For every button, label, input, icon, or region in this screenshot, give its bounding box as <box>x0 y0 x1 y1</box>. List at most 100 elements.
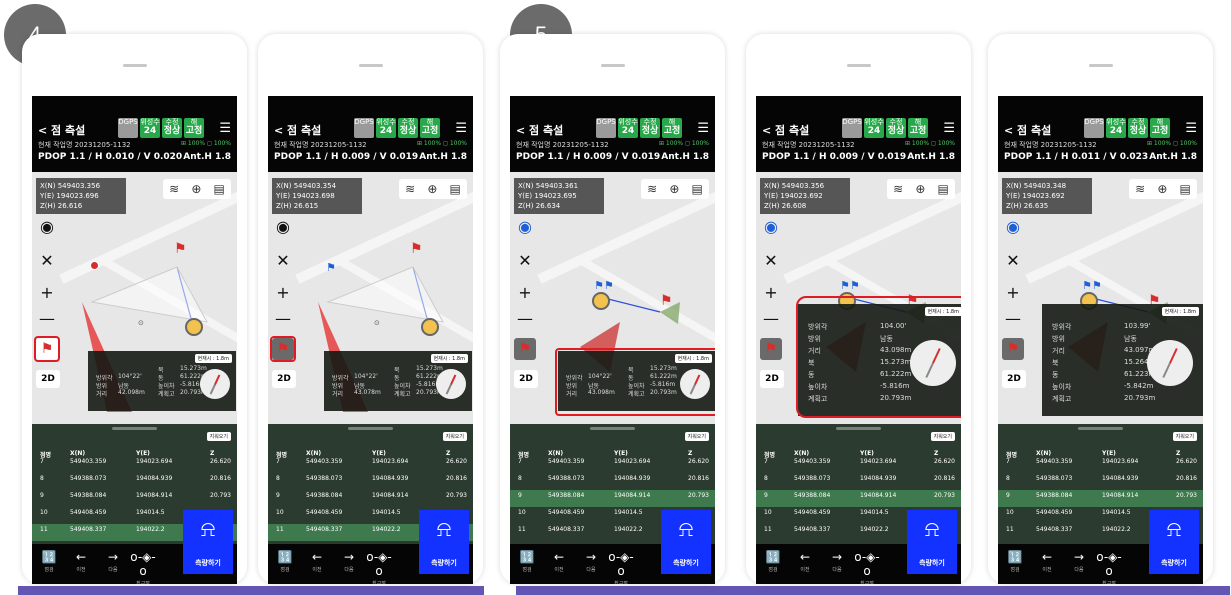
layers-icon[interactable]: ≋ <box>1135 182 1145 196</box>
list-icon[interactable]: ▤ <box>450 182 461 196</box>
load-points-button[interactable]: 지워오기 <box>206 432 231 441</box>
nav-button-최근점[interactable]: o-◈-o 최근점 <box>1096 550 1122 584</box>
nav-button-점검[interactable]: 🔢 점검 <box>1002 550 1028 573</box>
fit-view-icon[interactable]: ✕ <box>1004 252 1022 270</box>
zoom-in-icon[interactable]: + <box>38 284 56 302</box>
gps-settings-icon[interactable]: ⊕ <box>1157 182 1167 196</box>
gps-settings-icon[interactable]: ⊕ <box>191 182 201 196</box>
zoom-in-icon[interactable]: + <box>762 284 780 302</box>
nav-button-다음[interactable]: → 다음 <box>336 550 362 573</box>
map-point-icon[interactable]: ⚑⚑ <box>840 279 860 293</box>
map-point-icon[interactable] <box>90 261 99 270</box>
zoom-in-icon[interactable]: + <box>274 284 292 302</box>
table-row[interactable]: 9 549388.084 194084.914 20.793 <box>268 490 473 507</box>
nav-button-최근점[interactable]: o-◈-o 최근점 <box>130 550 156 584</box>
table-row[interactable]: 8 549388.073 194084.939 20.816 <box>32 473 237 490</box>
nav-button-최근점[interactable]: o-◈-o 최근점 <box>366 550 392 584</box>
view-2d-button[interactable]: 2D <box>36 370 60 388</box>
nav-button-이전[interactable]: ← 이전 <box>546 550 572 573</box>
target-flag-icon[interactable]: ⚑ <box>410 242 423 256</box>
nav-button-점검[interactable]: 🔢 점검 <box>272 550 298 573</box>
gps-settings-icon[interactable]: ⊕ <box>427 182 437 196</box>
table-row[interactable]: 8 549388.073 194084.939 20.816 <box>998 473 1203 490</box>
layers-icon[interactable]: ≋ <box>405 182 415 196</box>
nav-button-이전[interactable]: ← 이전 <box>1034 550 1060 573</box>
back-button[interactable]: < 점 측설 <box>516 122 563 138</box>
table-row[interactable]: 9 549388.084 194084.914 20.793 <box>756 490 961 507</box>
zoom-out-icon[interactable]: — <box>516 310 534 328</box>
list-icon[interactable]: ▤ <box>214 182 225 196</box>
load-points-button[interactable]: 지워오기 <box>930 432 955 441</box>
locate-icon[interactable]: ◉ <box>274 218 292 236</box>
hamburger-icon[interactable]: ☰ <box>943 121 955 136</box>
drag-handle[interactable] <box>590 427 635 430</box>
back-button[interactable]: < 점 측설 <box>1004 122 1051 138</box>
table-row[interactable]: 8 549388.073 194084.939 20.816 <box>510 473 715 490</box>
measure-button[interactable]: ⍾ 측량하기 <box>661 510 711 574</box>
load-points-button[interactable]: 지워오기 <box>684 432 709 441</box>
map-point-icon[interactable]: ⚑ <box>326 261 336 275</box>
table-row[interactable]: 9 549388.084 194084.914 20.793 <box>510 490 715 507</box>
nav-button-다음[interactable]: → 다음 <box>100 550 126 573</box>
layers-icon[interactable]: ≋ <box>169 182 179 196</box>
table-row[interactable]: 7 549403.359 194023.694 26.620 <box>756 456 961 473</box>
locate-icon[interactable]: ◉ <box>516 218 534 236</box>
list-icon[interactable]: ▤ <box>938 182 949 196</box>
measure-button[interactable]: ⍾ 측량하기 <box>907 510 957 574</box>
drag-handle[interactable] <box>348 427 393 430</box>
table-row[interactable]: 8 549388.073 194084.939 20.816 <box>756 473 961 490</box>
nav-button-다음[interactable]: → 다음 <box>578 550 604 573</box>
locate-icon[interactable]: ◉ <box>1004 218 1022 236</box>
nav-button-이전[interactable]: ← 이전 <box>792 550 818 573</box>
list-icon[interactable]: ▤ <box>1180 182 1191 196</box>
zoom-out-icon[interactable]: — <box>762 310 780 328</box>
zoom-out-icon[interactable]: — <box>38 310 56 328</box>
hamburger-icon[interactable]: ☰ <box>697 121 709 136</box>
load-points-button[interactable]: 지워오기 <box>1172 432 1197 441</box>
view-2d-button[interactable]: 2D <box>272 370 296 388</box>
table-row[interactable]: 7 549403.359 194023.694 26.620 <box>510 456 715 473</box>
drag-handle[interactable] <box>836 427 881 430</box>
view-2d-button[interactable]: 2D <box>760 370 784 388</box>
zoom-out-icon[interactable]: — <box>274 310 292 328</box>
map-point-icon[interactable]: ⚑⚑ <box>594 279 614 293</box>
hamburger-icon[interactable]: ☰ <box>219 121 231 136</box>
measure-button[interactable]: ⍾ 측량하기 <box>1149 510 1199 574</box>
hamburger-icon[interactable]: ☰ <box>1185 121 1197 136</box>
target-flag-icon[interactable]: ⚑ <box>174 242 187 256</box>
flag-mode-button[interactable]: ⚑ <box>760 338 782 360</box>
back-button[interactable]: < 점 측설 <box>38 122 85 138</box>
fit-view-icon[interactable]: ✕ <box>274 252 292 270</box>
hamburger-icon[interactable]: ☰ <box>455 121 467 136</box>
nav-button-점검[interactable]: 🔢 점검 <box>514 550 540 573</box>
view-2d-button[interactable]: 2D <box>514 370 538 388</box>
zoom-in-icon[interactable]: + <box>1004 284 1022 302</box>
nav-button-다음[interactable]: → 다음 <box>1066 550 1092 573</box>
nav-button-점검[interactable]: 🔢 점검 <box>760 550 786 573</box>
drag-handle[interactable] <box>1078 427 1123 430</box>
table-row[interactable]: 9 549388.084 194084.914 20.793 <box>998 490 1203 507</box>
fit-view-icon[interactable]: ✕ <box>762 252 780 270</box>
load-points-button[interactable]: 지워오기 <box>442 432 467 441</box>
layers-icon[interactable]: ≋ <box>893 182 903 196</box>
table-row[interactable]: 7 549403.359 194023.694 26.620 <box>268 456 473 473</box>
table-row[interactable]: 8 549388.073 194084.939 20.816 <box>268 473 473 490</box>
measure-button[interactable]: ⍾ 측량하기 <box>183 510 233 574</box>
zoom-in-icon[interactable]: + <box>516 284 534 302</box>
nav-button-최근점[interactable]: o-◈-o 최근점 <box>608 550 634 584</box>
flag-mode-button[interactable]: ⚑ <box>514 338 536 360</box>
gps-settings-icon[interactable]: ⊕ <box>669 182 679 196</box>
back-button[interactable]: < 점 측설 <box>762 122 809 138</box>
table-row[interactable]: 9 549388.084 194084.914 20.793 <box>32 490 237 507</box>
nav-button-최근점[interactable]: o-◈-o 최근점 <box>854 550 880 584</box>
nav-button-이전[interactable]: ← 이전 <box>68 550 94 573</box>
zoom-out-icon[interactable]: — <box>1004 310 1022 328</box>
fit-view-icon[interactable]: ✕ <box>516 252 534 270</box>
table-row[interactable]: 7 549403.359 194023.694 26.620 <box>32 456 237 473</box>
measure-button[interactable]: ⍾ 측량하기 <box>419 510 469 574</box>
flag-mode-button[interactable]: ⚑ <box>1002 338 1024 360</box>
map-point-icon[interactable]: ⚑⚑ <box>1082 279 1102 293</box>
table-row[interactable]: 7 549403.359 194023.694 26.620 <box>998 456 1203 473</box>
back-button[interactable]: < 점 측설 <box>274 122 321 138</box>
drag-handle[interactable] <box>112 427 157 430</box>
